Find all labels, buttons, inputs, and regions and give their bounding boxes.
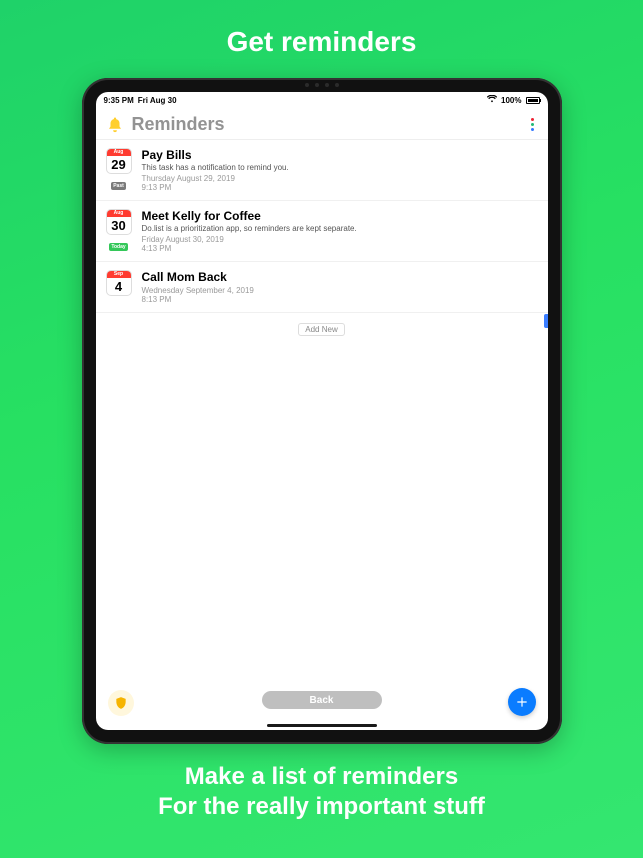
battery-percent: 100% (501, 96, 521, 105)
battery-icon (526, 97, 540, 104)
app-header: Reminders (96, 108, 548, 139)
calendar-day: 29 (107, 156, 131, 174)
status-date: Fri Aug 30 (138, 96, 177, 105)
list-item[interactable]: Aug 30 Today Meet Kelly for Coffee Do.li… (96, 201, 548, 262)
list-item[interactable]: Sep 4 Call Mom Back Wednesday September … (96, 262, 548, 313)
promo-line-1: Make a list of reminders (158, 762, 485, 792)
reminder-title: Call Mom Back (142, 270, 538, 284)
shield-icon (114, 696, 128, 710)
status-time: 9:35 PM (104, 96, 134, 105)
calendar-month: Sep (107, 271, 131, 278)
back-button[interactable]: Back (262, 691, 382, 709)
wifi-icon (487, 95, 497, 105)
add-button[interactable] (508, 688, 536, 716)
screen: 9:35 PM Fri Aug 30 100% Reminders (96, 92, 548, 730)
status-bar: 9:35 PM Fri Aug 30 100% (96, 92, 548, 108)
calendar-icon: Aug 30 (106, 209, 132, 235)
tablet-frame: 9:35 PM Fri Aug 30 100% Reminders (82, 78, 562, 744)
reminder-time: 4:13 PM (142, 244, 538, 253)
reminder-time: 9:13 PM (142, 183, 538, 192)
calendar-month: Aug (107, 149, 131, 156)
bell-icon (106, 116, 124, 134)
calendar-icon: Sep 4 (106, 270, 132, 296)
reminder-title: Meet Kelly for Coffee (142, 209, 538, 223)
reminder-title: Pay Bills (142, 148, 538, 162)
promo-headline: Get reminders (227, 26, 417, 58)
reminder-note: Do.list is a prioritization app, so remi… (142, 224, 538, 233)
bottom-bar: Back (96, 676, 548, 730)
reminder-time: 8:13 PM (142, 295, 538, 304)
more-menu-icon[interactable] (527, 114, 538, 135)
reminder-date: Thursday August 29, 2019 (142, 174, 538, 183)
device-sensors (82, 83, 562, 87)
promo-line-2: For the really important stuff (158, 792, 485, 822)
page-title: Reminders (132, 114, 225, 135)
calendar-day: 4 (107, 278, 131, 296)
add-new-button[interactable]: Add New (298, 323, 344, 336)
list-item[interactable]: Aug 29 Past Pay Bills This task has a no… (96, 140, 548, 201)
calendar-month: Aug (107, 210, 131, 217)
plus-icon (515, 695, 529, 709)
date-tag: Today (109, 243, 127, 251)
calendar-icon: Aug 29 (106, 148, 132, 174)
reminder-date: Wednesday September 4, 2019 (142, 286, 538, 295)
calendar-day: 30 (107, 217, 131, 235)
promo-tagline: Make a list of reminders For the really … (158, 762, 485, 822)
side-handle[interactable] (544, 314, 548, 328)
reminder-list: Aug 29 Past Pay Bills This task has a no… (96, 139, 548, 343)
date-tag: Past (111, 182, 126, 190)
reminder-date: Friday August 30, 2019 (142, 235, 538, 244)
home-indicator[interactable] (267, 724, 377, 727)
shield-button[interactable] (108, 690, 134, 716)
reminder-note: This task has a notification to remind y… (142, 163, 538, 172)
